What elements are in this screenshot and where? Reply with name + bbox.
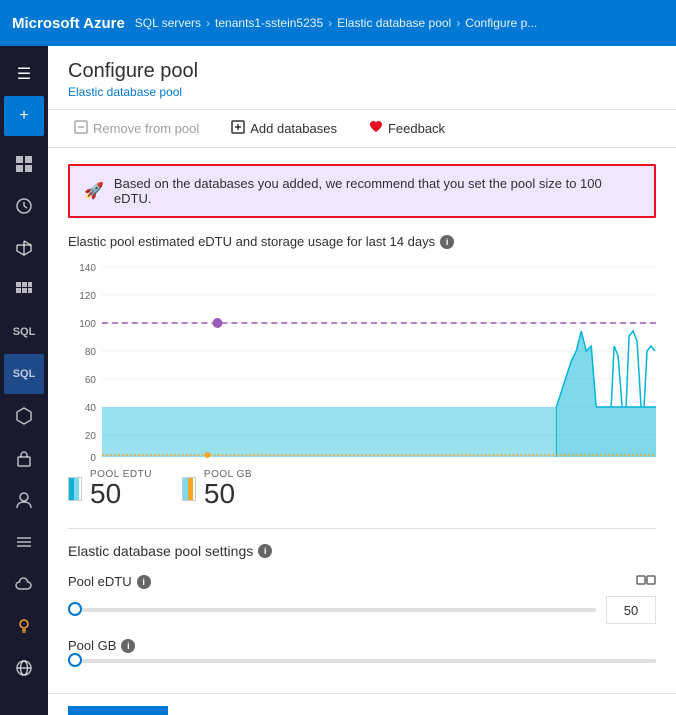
sidebar-menu-icon[interactable]: ☰ [4,54,44,94]
edtu-info-icon[interactable]: i [137,575,151,589]
svg-text:40: 40 [85,403,97,414]
feedback-button[interactable]: Feedback [363,116,451,141]
pool-edtu-label: Pool eDTU i [68,573,656,590]
sidebar-dashboard-icon[interactable] [4,144,44,184]
add-databases-label: Add databases [250,121,337,136]
svg-text:60: 60 [85,375,97,386]
svg-text:0: 0 [90,453,96,461]
chart-svg: 140 120 100 80 60 40 20 0 [68,261,656,461]
chart-legend: POOL EDTU 50 POOL GB 50 [68,469,656,508]
sidebar-sql2-icon[interactable]: SQL [4,354,44,394]
breadcrumb: SQL servers › tenants1-sstein5235 › Elas… [135,16,537,30]
recommendation-banner: 🚀 Based on the databases you added, we r… [68,164,656,218]
layout: ☰ + SQL SQL [0,46,676,715]
remove-from-pool-button[interactable]: Remove from pool [68,116,205,141]
breadcrumb-sep-2: › [328,16,332,30]
pool-edtu-track[interactable] [68,608,596,612]
chart-section: Elastic pool estimated eDTU and storage … [68,234,656,508]
pool-gb-label-text: Pool GB [68,638,116,653]
breadcrumb-sql-servers[interactable]: SQL servers [135,16,201,30]
feedback-label: Feedback [388,121,445,136]
content-area: 🚀 Based on the databases you added, we r… [48,148,676,693]
toolbar: Remove from pool Add databases Feedback [48,110,676,148]
breadcrumb-sep-3: › [456,16,460,30]
pool-gb-slider-row [68,659,656,663]
breadcrumb-configure[interactable]: Configure p... [465,16,537,30]
svg-text:80: 80 [85,347,97,358]
sidebar-lock-icon[interactable] [4,438,44,478]
pool-edtu-thumb[interactable] [68,602,82,616]
legend-edtu-color [68,477,82,501]
svg-text:20: 20 [85,431,97,442]
link-icon[interactable] [636,573,656,590]
legend-edtu-value: 50 [90,480,152,508]
sidebar-globe-icon[interactable] [4,648,44,688]
page-header: Configure pool Elastic database pool [48,46,676,110]
sidebar-user-icon[interactable] [4,480,44,520]
pool-gb-group: Pool GB i [68,638,656,663]
legend-gb-color [182,477,196,501]
sidebar-clock-icon[interactable] [4,186,44,226]
svg-text:140: 140 [79,263,96,274]
add-databases-button[interactable]: Add databases [225,116,343,141]
pool-edtu-value[interactable]: 50 [606,596,656,624]
chart-container: 140 120 100 80 60 40 20 0 [68,261,656,461]
svg-text:120: 120 [79,291,96,302]
settings-section: Elastic database pool settings i Pool eD… [68,528,656,663]
chart-info-icon[interactable]: i [440,235,454,249]
sidebar-list-icon[interactable] [4,522,44,562]
main-content: Configure pool Elastic database pool Rem… [48,46,676,715]
chart-title-text: Elastic pool estimated eDTU and storage … [68,234,435,249]
pool-gb-thumb[interactable] [68,653,82,667]
page-subtitle: Elastic database pool [68,85,656,99]
pool-edtu-label-text: Pool eDTU [68,574,132,589]
sidebar: ☰ + SQL SQL [0,46,48,715]
sidebar-add-icon[interactable]: + [4,96,44,136]
sidebar-bulb-icon[interactable] [4,606,44,646]
sidebar-box-icon[interactable] [4,228,44,268]
legend-pool-edtu: POOL EDTU 50 [68,469,152,508]
rocket-icon: 🚀 [84,181,104,201]
settings-info-icon[interactable]: i [258,544,272,558]
svg-text:100: 100 [79,319,96,330]
legend-gb-info: POOL GB 50 [204,469,252,508]
footer-bar: Select [48,693,676,715]
sidebar-sql-icon[interactable]: SQL [4,312,44,352]
remove-label: Remove from pool [93,121,199,136]
chart-title: Elastic pool estimated eDTU and storage … [68,234,656,249]
legend-gb-value: 50 [204,480,252,508]
select-button[interactable]: Select [68,706,168,715]
pool-gb-label: Pool GB i [68,638,656,653]
pool-edtu-group: Pool eDTU i 50 [68,573,656,624]
remove-icon [74,120,88,137]
breadcrumb-tenants[interactable]: tenants1-sstein5235 [215,16,323,30]
top-bar: Microsoft Azure SQL servers › tenants1-s… [0,0,676,46]
heart-icon [369,120,383,137]
sidebar-grid-icon[interactable] [4,270,44,310]
settings-title-text: Elastic database pool settings [68,543,253,559]
gb-info-icon[interactable]: i [121,639,135,653]
breadcrumb-sep-1: › [206,16,210,30]
pool-edtu-slider-row: 50 [68,596,656,624]
recommendation-text: Based on the databases you added, we rec… [114,176,640,206]
legend-pool-gb: POOL GB 50 [182,469,252,508]
sidebar-hexagon-icon[interactable] [4,396,44,436]
sidebar-cloud-icon[interactable] [4,564,44,604]
settings-title: Elastic database pool settings i [68,543,656,559]
brand-name: Microsoft Azure [12,15,125,32]
page-title: Configure pool [68,60,656,83]
breadcrumb-pool[interactable]: Elastic database pool [337,16,451,30]
pool-gb-track[interactable] [68,659,656,663]
legend-edtu-info: POOL EDTU 50 [90,469,152,508]
add-icon [231,120,245,137]
